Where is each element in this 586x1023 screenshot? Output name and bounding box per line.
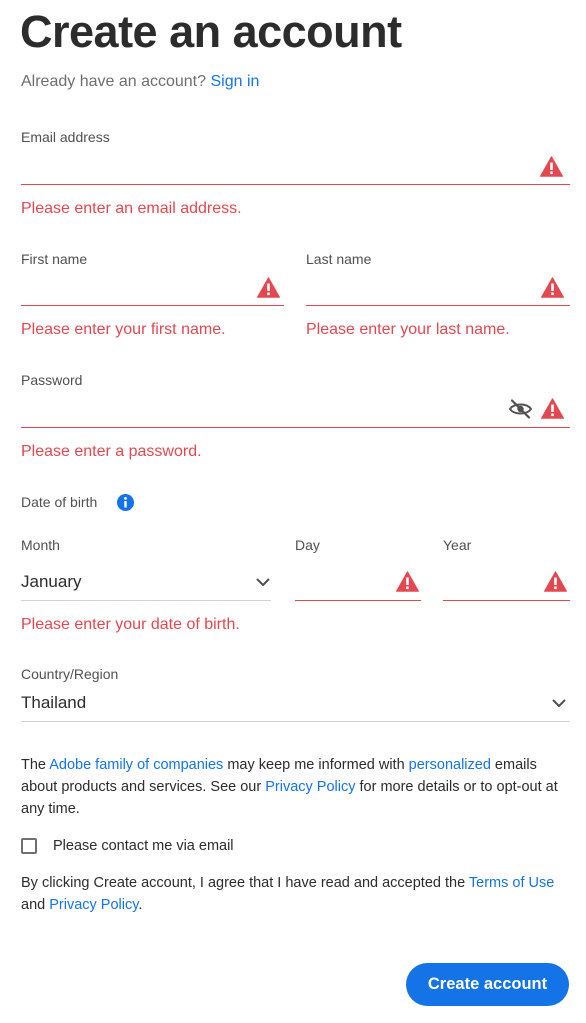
day-label: Day	[295, 537, 320, 553]
email-error: Please enter an email address.	[21, 200, 242, 217]
alert-triangle-icon	[396, 571, 419, 592]
adobe-family-link[interactable]: Adobe family of companies	[49, 757, 223, 773]
email-underline	[21, 184, 570, 185]
day-field[interactable]	[295, 565, 390, 599]
signin-prompt: Already have an account? Sign in	[21, 73, 259, 91]
email-field[interactable]	[21, 150, 526, 182]
year-label: Year	[443, 537, 472, 553]
last-name-underline	[306, 305, 570, 306]
info-icon[interactable]	[117, 494, 134, 511]
signin-prompt-text: Already have an account?	[21, 73, 207, 90]
dob-error: Please enter your date of birth.	[21, 616, 240, 633]
create-account-button[interactable]: Create account	[406, 963, 569, 1006]
consent-part2: may keep me informed with	[223, 757, 409, 773]
alert-triangle-icon	[544, 571, 567, 592]
password-label: Password	[21, 372, 83, 388]
consent-part1: The	[21, 757, 50, 773]
consent-text: The Adobe family of companies may keep m…	[21, 754, 566, 820]
year-field[interactable]	[443, 565, 538, 599]
terms-part2: and	[21, 897, 50, 913]
email-label: Email address	[21, 129, 110, 145]
privacy-policy-link[interactable]: Privacy Policy	[265, 779, 355, 795]
page-title: Create an account	[20, 6, 402, 57]
month-select[interactable]: January	[21, 565, 271, 599]
alert-triangle-icon	[541, 277, 564, 298]
chevron-down-icon	[552, 699, 566, 707]
password-field[interactable]	[21, 393, 496, 425]
month-label: Month	[21, 537, 60, 553]
signin-link[interactable]: Sign in	[210, 73, 259, 90]
password-underline	[21, 427, 570, 428]
terms-part3: .	[138, 897, 143, 913]
eye-off-icon[interactable]	[508, 399, 533, 419]
month-underline	[21, 600, 271, 601]
country-label: Country/Region	[21, 666, 119, 682]
first-name-label: First name	[21, 251, 88, 267]
dob-label: Date of birth	[21, 494, 98, 510]
country-underline	[21, 721, 570, 722]
alert-triangle-icon	[257, 277, 280, 298]
personalized-link[interactable]: personalized	[409, 757, 491, 773]
first-name-error: Please enter your first name.	[21, 321, 226, 338]
alert-triangle-icon	[541, 398, 564, 419]
last-name-label: Last name	[306, 251, 372, 267]
first-name-underline	[21, 305, 284, 306]
terms-part1: By clicking Create account, I agree that…	[21, 875, 469, 891]
contact-email-checkbox[interactable]	[21, 838, 37, 854]
contact-email-label[interactable]: Please contact me via email	[53, 838, 234, 854]
country-value: Thailand	[21, 693, 87, 712]
last-name-error: Please enter your last name.	[306, 321, 510, 338]
day-underline	[295, 600, 421, 601]
country-select[interactable]: Thailand	[21, 686, 570, 720]
last-name-field[interactable]	[306, 272, 531, 304]
year-underline	[443, 600, 570, 601]
password-error: Please enter a password.	[21, 443, 202, 460]
month-value: January	[21, 572, 82, 591]
terms-text: By clicking Create account, I agree that…	[21, 872, 566, 916]
first-name-field[interactable]	[21, 272, 246, 304]
alert-triangle-icon	[540, 156, 563, 177]
chevron-down-icon	[256, 578, 270, 586]
terms-privacy-policy-link[interactable]: Privacy Policy	[49, 897, 138, 913]
terms-of-use-link[interactable]: Terms of Use	[469, 875, 554, 891]
